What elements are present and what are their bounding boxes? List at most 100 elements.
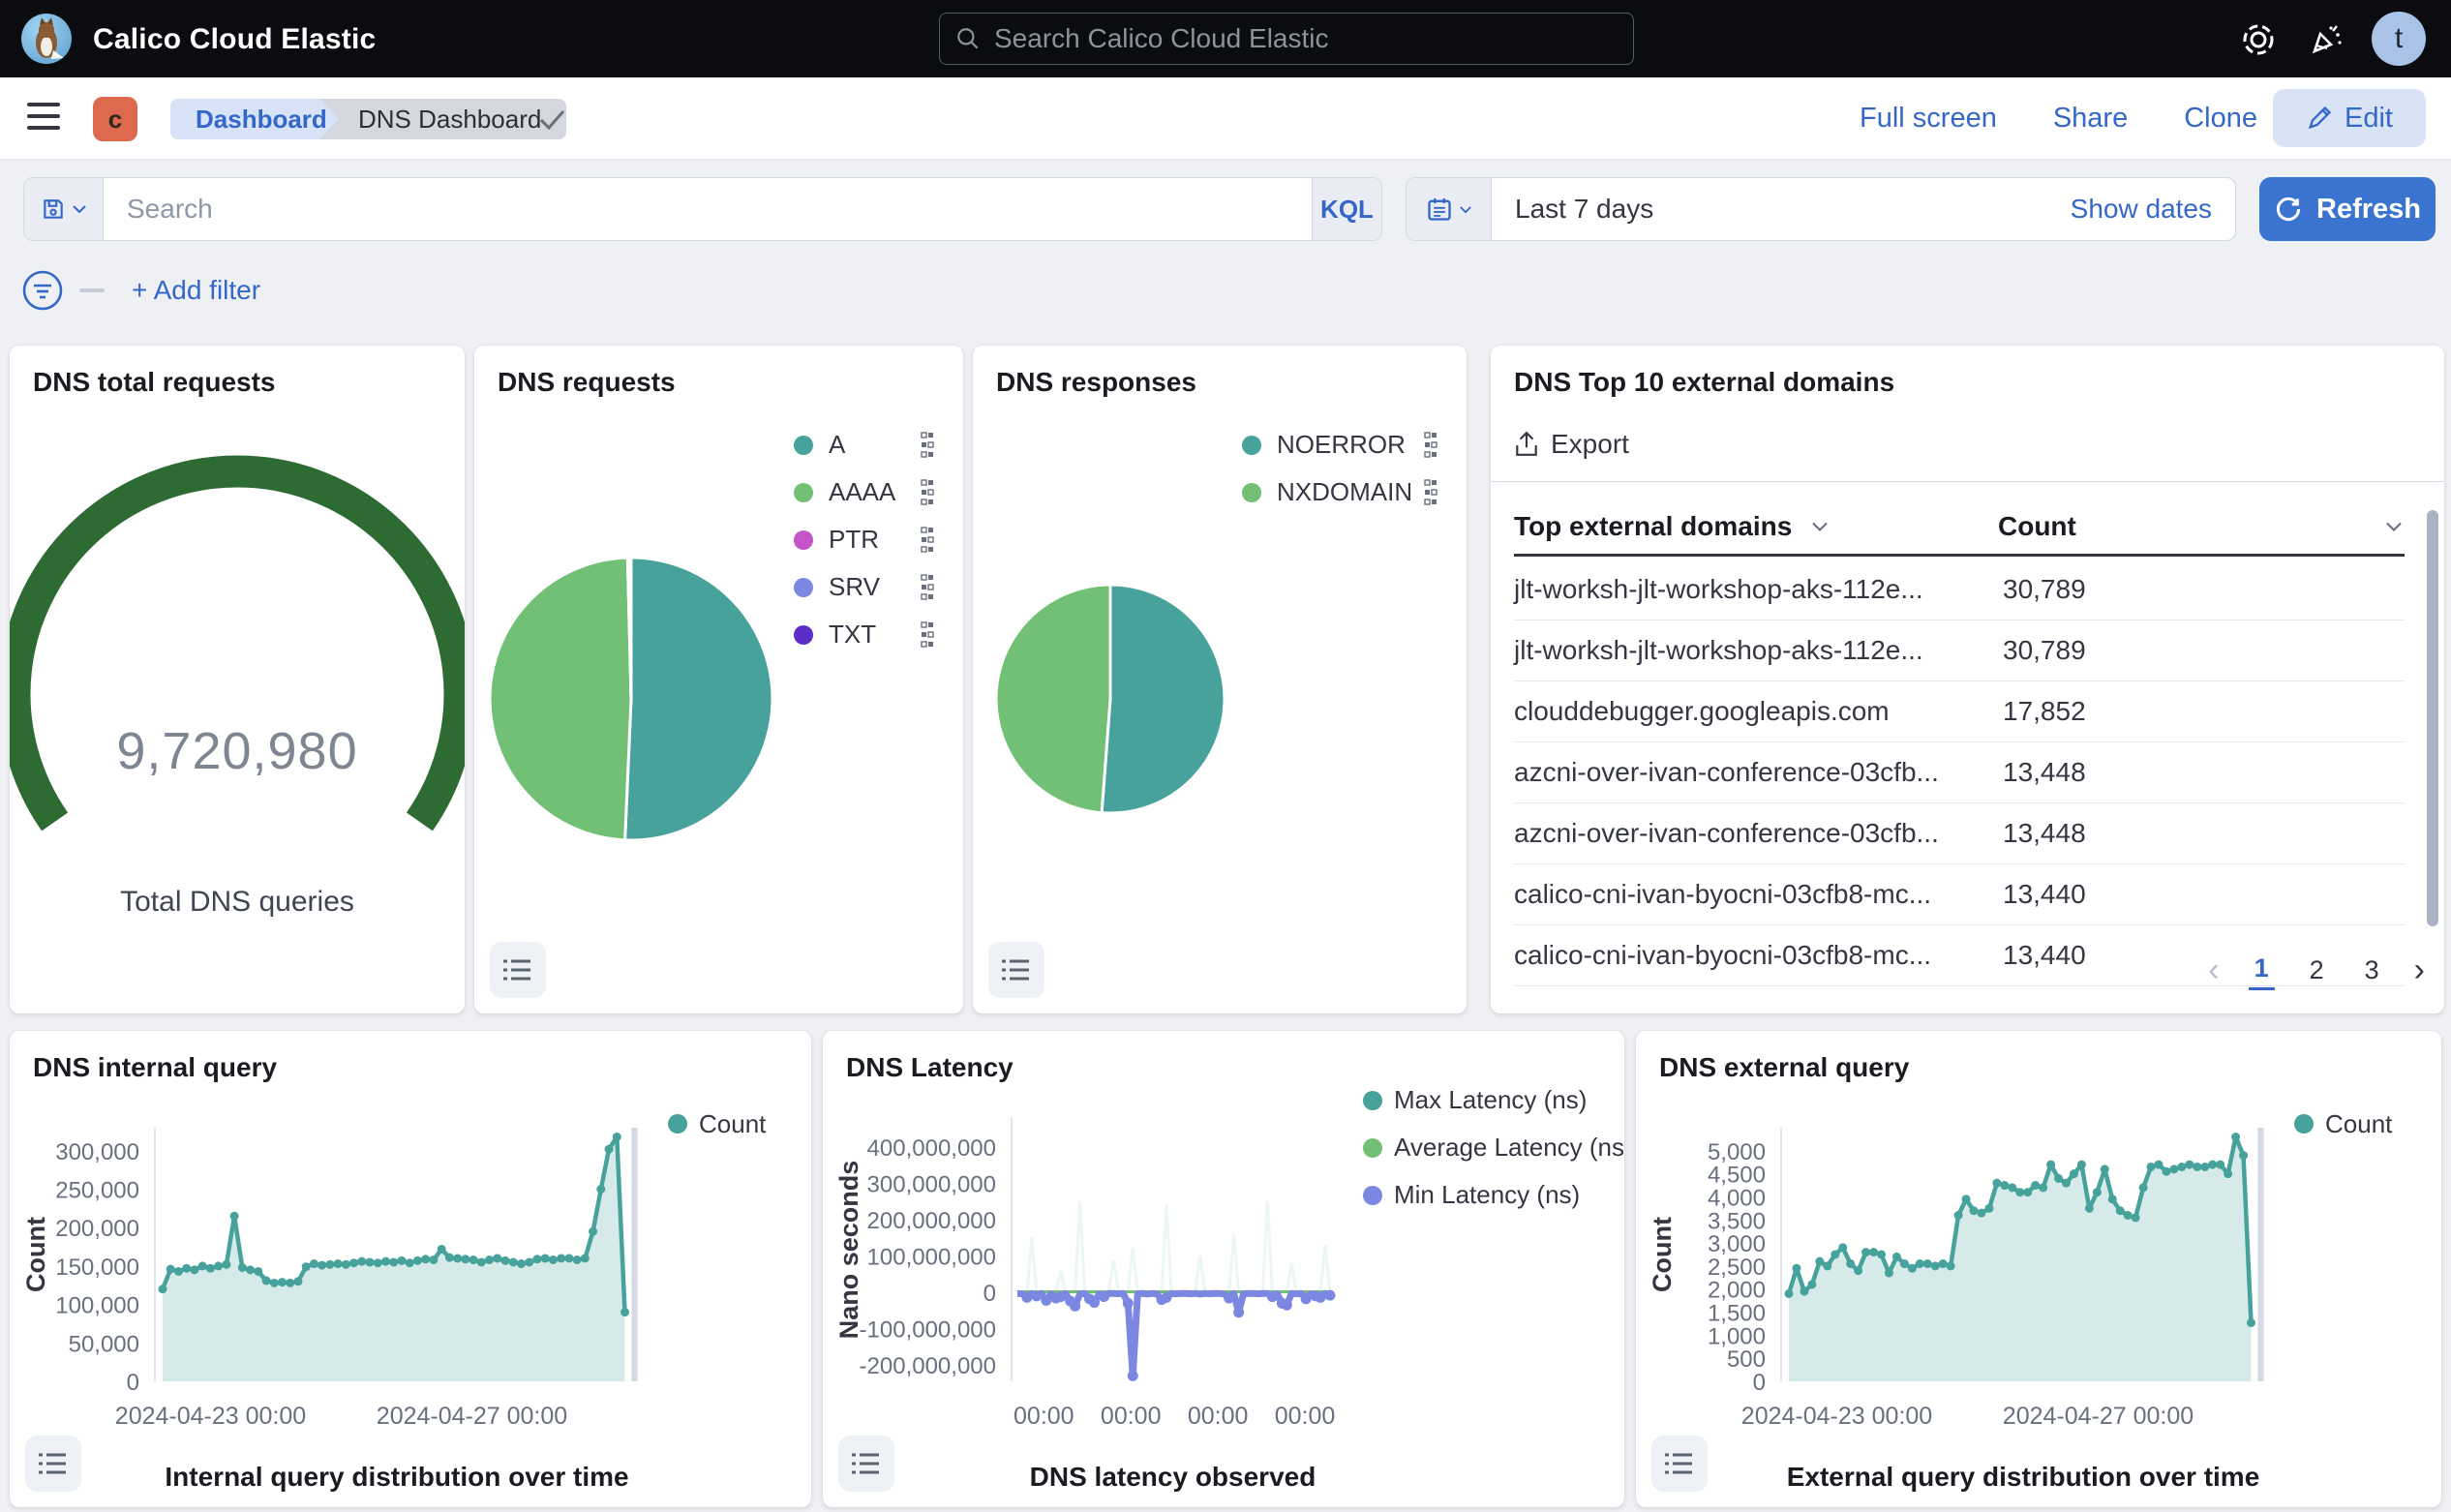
- table-row[interactable]: calico-cni-ivan-byocni-03cfb8-mc... 13,4…: [1514, 864, 2405, 925]
- app-logo[interactable]: [21, 14, 72, 64]
- svg-text:0: 0: [1753, 1370, 1766, 1396]
- svg-text:Count: Count: [1648, 1217, 1677, 1292]
- legend-dot: [794, 625, 813, 645]
- fullscreen-button[interactable]: Full screen: [1860, 103, 1997, 135]
- panel-title: DNS Top 10 external domains: [1514, 367, 1894, 398]
- refresh-button[interactable]: Refresh: [2259, 177, 2436, 241]
- legend-label: AAAA: [829, 477, 895, 507]
- prev-page-button[interactable]: ‹: [2208, 953, 2219, 986]
- svg-text:2024-04-27 00:00: 2024-04-27 00:00: [2003, 1403, 2194, 1430]
- filter-divider: [79, 288, 105, 292]
- panel-dns-responses: DNS responses NOERROR NXDOMAIN: [973, 346, 1467, 1013]
- legend-item[interactable]: A: [794, 421, 934, 469]
- filter-icon[interactable]: [21, 269, 64, 312]
- global-search[interactable]: [939, 13, 1634, 65]
- nav-bar: c Dashboard DNS Dashboard Full screen Sh…: [0, 77, 2451, 160]
- legend-actions-icon[interactable]: [921, 526, 934, 555]
- list-icon: [852, 1451, 881, 1476]
- table-body: jlt-worksh-jlt-workshop-aks-112e... 30,7…: [1514, 559, 2405, 986]
- cell-domain: jlt-worksh-jlt-workshop-aks-112e...: [1514, 574, 2003, 605]
- panel-legend-toggle[interactable]: [1651, 1436, 1708, 1492]
- time-range-value[interactable]: Last 7 days: [1492, 194, 2047, 225]
- table-row[interactable]: jlt-worksh-jlt-workshop-aks-112e... 30,7…: [1514, 620, 2405, 681]
- news-icon[interactable]: [2308, 21, 2345, 58]
- svg-text:0: 0: [983, 1281, 996, 1307]
- svg-text:50,000: 50,000: [69, 1331, 139, 1357]
- column-header-domains[interactable]: Top external domains: [1514, 511, 1998, 542]
- legend-dot: [794, 436, 813, 455]
- legend-label: NOERROR: [1277, 430, 1406, 460]
- space-badge[interactable]: c: [93, 97, 137, 141]
- legend-item[interactable]: TXT: [794, 611, 934, 658]
- panel-dns-external-query: DNS external query 5,0004,5004,0003,5003…: [1636, 1031, 2441, 1507]
- svg-text:250,000: 250,000: [55, 1178, 139, 1204]
- legend-actions-icon[interactable]: [1424, 478, 1437, 507]
- chevron-down-icon: [1459, 204, 1472, 215]
- table-scrollbar[interactable]: [2427, 510, 2438, 926]
- clone-button[interactable]: Clone: [2184, 103, 2257, 135]
- svg-text:400,000,000: 400,000,000: [867, 1135, 996, 1162]
- refresh-icon: [2274, 195, 2303, 224]
- share-button[interactable]: Share: [2053, 103, 2128, 135]
- page-number-2[interactable]: 2: [2304, 952, 2330, 989]
- panel-title: DNS requests: [498, 367, 676, 398]
- date-quick-menu[interactable]: [1407, 178, 1492, 240]
- legend-item[interactable]: AAAA: [794, 469, 934, 516]
- legend-actions-icon[interactable]: [921, 431, 934, 460]
- column-header-count[interactable]: Count: [1998, 511, 2405, 542]
- query-bar: KQL Last 7 days Show dates Refresh: [0, 160, 2451, 257]
- svg-text:150,000: 150,000: [55, 1255, 139, 1281]
- saved-query-menu[interactable]: [24, 178, 104, 240]
- cell-count: 13,448: [2003, 818, 2405, 849]
- edit-button[interactable]: Edit: [2273, 89, 2426, 147]
- legend-item[interactable]: NOERROR: [1242, 421, 1437, 469]
- gauge-caption: Total DNS queries: [10, 886, 465, 919]
- panel-legend-toggle[interactable]: [988, 942, 1044, 998]
- svg-text:200,000: 200,000: [55, 1216, 139, 1242]
- save-icon: [41, 197, 66, 222]
- table-row[interactable]: clouddebugger.googleapis.com 17,852: [1514, 681, 2405, 742]
- svg-text:Count: Count: [699, 1109, 767, 1138]
- legend-actions-icon[interactable]: [921, 620, 934, 650]
- help-icon[interactable]: [2240, 21, 2277, 58]
- page-number-3[interactable]: 3: [2359, 952, 2385, 989]
- dns-latency-chart: 400,000,000300,000,000200,000,000100,000…: [823, 1031, 1624, 1507]
- legend-label: NXDOMAIN: [1277, 477, 1412, 507]
- table-row[interactable]: azcni-over-ivan-conference-03cfb... 13,4…: [1514, 742, 2405, 803]
- legend-actions-icon[interactable]: [1424, 431, 1437, 460]
- panel-legend-toggle[interactable]: [490, 942, 546, 998]
- svg-text:2024-04-23 00:00: 2024-04-23 00:00: [1741, 1403, 1932, 1430]
- legend-item[interactable]: NXDOMAIN: [1242, 469, 1437, 516]
- date-picker: Last 7 days Show dates: [1406, 177, 2236, 241]
- add-filter-button[interactable]: + Add filter: [132, 275, 260, 306]
- table-row[interactable]: jlt-worksh-jlt-workshop-aks-112e... 30,7…: [1514, 559, 2405, 620]
- panel-dns-total-requests: DNS total requests 9,720,980 Total DNS q…: [10, 346, 465, 1013]
- show-dates-button[interactable]: Show dates: [2047, 194, 2235, 225]
- cell-domain: azcni-over-ivan-conference-03cfb...: [1514, 818, 2003, 849]
- panel-legend-toggle[interactable]: [838, 1436, 894, 1492]
- chevron-down-icon: [1809, 520, 1831, 533]
- legend-item[interactable]: PTR: [794, 516, 934, 563]
- global-search-input[interactable]: [994, 23, 1594, 54]
- kql-button[interactable]: KQL: [1312, 178, 1381, 240]
- chevron-down-icon: [72, 203, 87, 215]
- next-page-button[interactable]: ›: [2414, 953, 2425, 986]
- svg-text:2024-04-23 00:00: 2024-04-23 00:00: [115, 1403, 306, 1430]
- svg-text:00:00: 00:00: [1101, 1403, 1162, 1430]
- cell-domain: clouddebugger.googleapis.com: [1514, 696, 2003, 727]
- panel-legend-toggle[interactable]: [25, 1436, 81, 1492]
- legend-actions-icon[interactable]: [921, 478, 934, 507]
- table-row[interactable]: azcni-over-ivan-conference-03cfb... 13,4…: [1514, 803, 2405, 864]
- page-number-1[interactable]: 1: [2249, 950, 2275, 990]
- menu-icon[interactable]: [27, 103, 60, 132]
- legend-actions-icon[interactable]: [921, 573, 934, 602]
- cell-count: 30,789: [2003, 635, 2405, 666]
- query-search-input[interactable]: [104, 194, 1312, 225]
- svg-text:2024-04-27 00:00: 2024-04-27 00:00: [377, 1403, 567, 1430]
- svg-text:External query distribution ov: External query distribution over time: [1787, 1462, 2260, 1492]
- export-button[interactable]: Export: [1514, 429, 1629, 460]
- legend-item[interactable]: SRV: [794, 563, 934, 611]
- panel-title: DNS responses: [996, 367, 1196, 398]
- svg-text:200,000,000: 200,000,000: [867, 1208, 996, 1234]
- user-avatar[interactable]: t: [2372, 12, 2426, 66]
